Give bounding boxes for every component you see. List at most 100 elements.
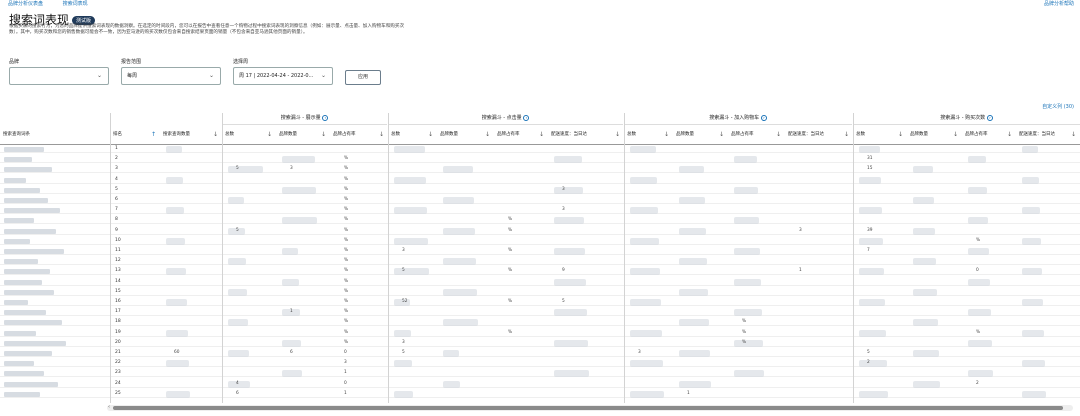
arrow-down-icon[interactable]: ↓ [428, 125, 433, 144]
arrow-down-icon[interactable]: ↓ [844, 125, 849, 144]
table-row[interactable]: 19%%%% [0, 329, 1080, 337]
column-header[interactable]: 品牌数量 ↓ [907, 125, 962, 144]
column-header[interactable]: 总数 ↓ [624, 125, 673, 144]
table-row[interactable]: 11% 3% 7 [0, 247, 1080, 256]
table-row[interactable]: 13% 5% 9 1 0 [0, 267, 1080, 276]
arrow-down-icon[interactable]: ↓ [539, 125, 544, 144]
arrow-down-icon[interactable]: ↓ [898, 125, 903, 144]
keyword-cell-redacted[interactable] [4, 218, 34, 224]
keyword-cell-redacted[interactable] [4, 279, 42, 285]
keyword-cell-redacted[interactable] [4, 259, 38, 265]
table-row[interactable]: 3 5 3% 15 [0, 165, 1080, 174]
nav-search-terms-link[interactable]: 搜索词表现 [63, 1, 88, 7]
arrow-down-icon[interactable]: ↓ [953, 125, 958, 144]
keyword-cell-redacted[interactable] [4, 391, 40, 397]
keyword-cell-redacted[interactable] [4, 351, 52, 356]
arrow-down-icon[interactable]: ↓ [719, 125, 724, 144]
table-row[interactable]: 15% [0, 288, 1080, 296]
column-header[interactable]: 品牌数量 ↓ [673, 125, 728, 144]
arrow-down-icon[interactable]: ↓ [213, 125, 218, 144]
scrollbar-thumb[interactable] [113, 406, 1063, 410]
keyword-cell-redacted[interactable] [4, 238, 30, 244]
keyword-cell-redacted[interactable] [4, 187, 40, 193]
arrow-down-icon[interactable]: ↓ [321, 125, 326, 144]
column-header[interactable]: 搜索查询数量 ↓ [160, 125, 222, 144]
keyword-cell-redacted[interactable] [4, 289, 54, 295]
keyword-cell-redacted[interactable] [4, 249, 64, 254]
info-icon[interactable]: ? [523, 114, 530, 121]
column-header[interactable]: 排名 ↑ [110, 125, 160, 144]
keyword-cell-redacted[interactable] [4, 228, 56, 234]
column-header[interactable]: 配送速度：当日达 ↓ [1016, 125, 1080, 144]
column-header[interactable]: 总数 ↓ [388, 125, 437, 144]
arrow-down-icon[interactable]: ↓ [379, 125, 384, 144]
table-row[interactable]: 24 4 0 2 [0, 380, 1080, 388]
table-row[interactable]: 25 6 1 1 [0, 390, 1080, 398]
arrow-down-icon[interactable]: ↓ [776, 125, 781, 144]
arrow-up-icon[interactable]: ↑ [151, 125, 156, 144]
arrow-down-icon[interactable]: ↓ [485, 125, 490, 144]
keyword-cell-redacted[interactable] [4, 330, 36, 336]
brand-select[interactable]: ⌄ [9, 67, 109, 85]
keyword-cell-redacted[interactable] [4, 310, 46, 316]
keyword-cell-redacted[interactable] [4, 177, 26, 183]
arrow-down-icon[interactable]: ↓ [1007, 125, 1012, 144]
column-header[interactable]: 配送速度：当日达 ↓ [785, 125, 853, 144]
keyword-cell-redacted[interactable] [4, 147, 44, 152]
keyword-cell-redacted[interactable] [4, 340, 66, 346]
column-header[interactable]: 品牌占有率 ↓ [330, 125, 388, 144]
column-header[interactable]: 搜索查询词条 [0, 125, 110, 144]
table-row[interactable]: 12% [0, 257, 1080, 266]
column-header[interactable]: 总数 ↓ [853, 125, 907, 144]
column-header[interactable]: 品牌占有率 ↓ [962, 125, 1016, 144]
table-row[interactable]: 22 3 2 [0, 359, 1080, 368]
arrow-down-icon[interactable]: ↓ [1071, 125, 1076, 144]
apply-button[interactable]: 应用 [345, 70, 381, 85]
table-row[interactable]: 20% 3% [0, 339, 1080, 347]
table-row[interactable]: 5% 3 [0, 186, 1080, 194]
table-row[interactable]: 9 5%% 3 39 [0, 227, 1080, 235]
table-row[interactable]: 23 1 [0, 369, 1080, 378]
keyword-cell-redacted[interactable] [4, 198, 48, 203]
info-icon[interactable]: ? [760, 114, 767, 121]
column-header[interactable]: 品牌占有率 ↓ [494, 125, 548, 144]
arrow-down-icon[interactable]: ↓ [615, 125, 620, 144]
table-row[interactable]: 17 1% [0, 308, 1080, 317]
keyword-cell-redacted[interactable] [4, 300, 28, 305]
scroll-left-icon[interactable]: ‹ [108, 404, 110, 410]
arrow-down-icon[interactable]: ↓ [664, 125, 669, 144]
help-link[interactable]: 品牌分析帮助 [1044, 0, 1074, 7]
table-row[interactable]: 6% [0, 196, 1080, 205]
table-row[interactable]: 2% 31 [0, 155, 1080, 164]
table-row[interactable]: 21 60 6 0 5 3 5 [0, 349, 1080, 358]
column-header[interactable]: 总数 ↓ [222, 125, 276, 144]
keyword-cell-redacted[interactable] [4, 381, 58, 387]
custom-columns-link[interactable]: 自定义列 (30) [1042, 103, 1074, 110]
table-row[interactable]: 18%% [0, 318, 1080, 327]
arrow-down-icon[interactable]: ↓ [267, 125, 272, 144]
keyword-cell-redacted[interactable] [4, 167, 52, 173]
keyword-cell-redacted[interactable] [4, 157, 32, 163]
table-row[interactable]: 10%% [0, 237, 1080, 245]
keyword-cell-redacted[interactable] [4, 371, 44, 377]
keyword-cell-redacted[interactable] [4, 208, 60, 214]
table-row[interactable]: 1 [0, 145, 1080, 154]
keyword-cell-redacted[interactable] [4, 361, 34, 367]
column-header[interactable]: 品牌数量 ↓ [276, 125, 330, 144]
keyword-cell-redacted[interactable] [4, 320, 62, 326]
info-icon[interactable]: ? [986, 114, 993, 121]
keyword-cell-redacted[interactable] [4, 269, 50, 275]
column-header[interactable]: 品牌数量 ↓ [437, 125, 494, 144]
table-row[interactable]: 8%% [0, 216, 1080, 225]
period-select[interactable]: 周 17 | 2022-04-24 - 2022-0... ⌄ [233, 67, 333, 85]
nav-dashboard-link[interactable]: 品牌分析仪表盘 [8, 1, 43, 7]
table-row[interactable]: 16% 52% 5 [0, 298, 1080, 307]
range-select[interactable]: 每周 ⌄ [121, 67, 221, 85]
column-header[interactable]: 配送速度：当日达 ↓ [548, 125, 624, 144]
column-header[interactable]: 品牌占有率 ↓ [728, 125, 785, 144]
horizontal-scrollbar[interactable] [107, 405, 1073, 411]
table-row[interactable]: 7% 3 [0, 206, 1080, 215]
table-row[interactable]: 14% [0, 278, 1080, 286]
info-icon[interactable]: ? [322, 114, 329, 121]
table-row[interactable]: 4% [0, 176, 1080, 184]
